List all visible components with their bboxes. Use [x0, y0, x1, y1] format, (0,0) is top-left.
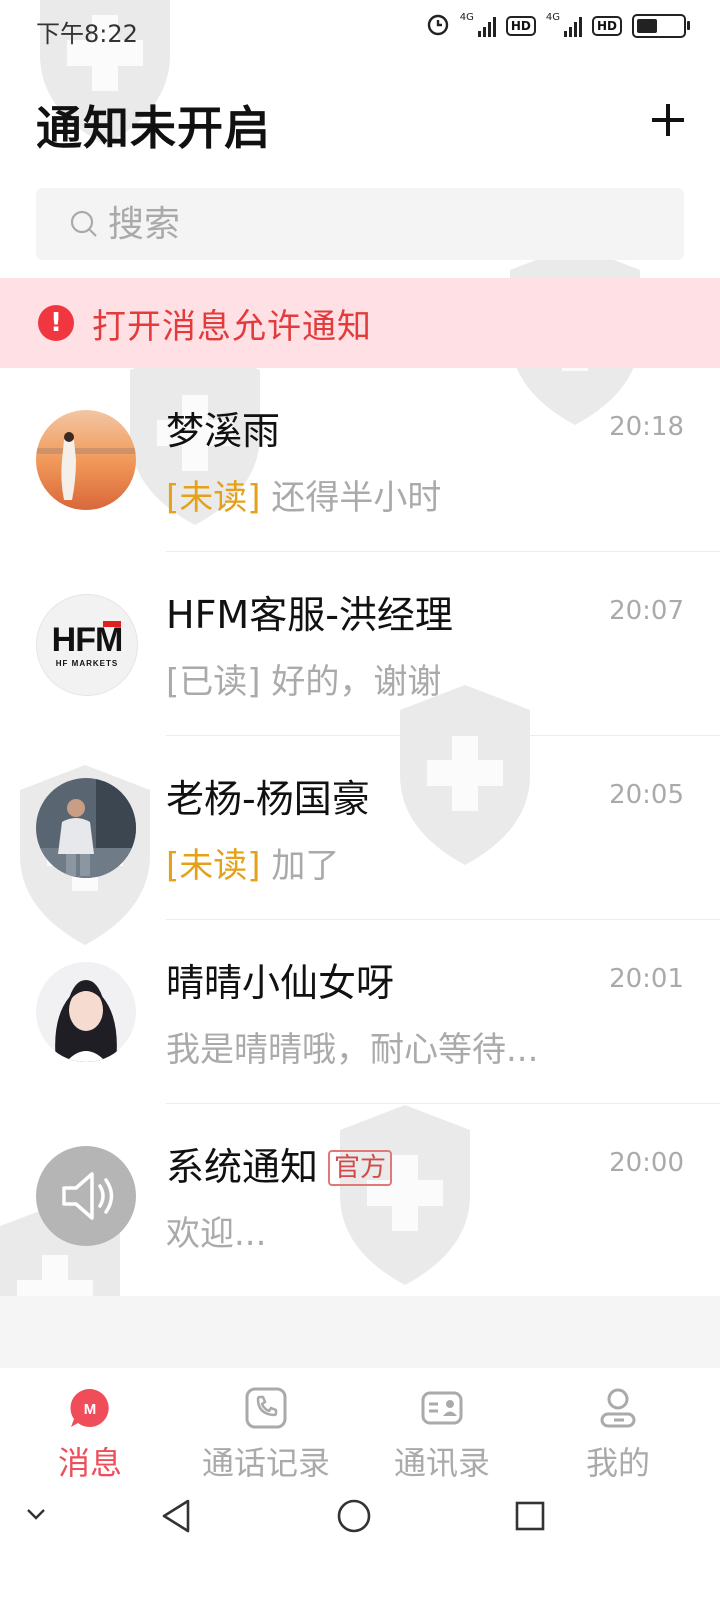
tab-label: 通讯录 [393, 1444, 490, 1482]
chat-list-item[interactable]: HFM HF MARKETS HFM客服-洪经理 20:07 [已读] 好的，谢… [0, 552, 720, 736]
chat-time: 20:18 [609, 412, 684, 442]
chat-name: HFM客服-洪经理 [166, 593, 453, 637]
add-icon[interactable] [652, 104, 684, 136]
search-input[interactable] [106, 202, 670, 246]
bottom-tab-bar: M 消息 通话记录 通讯录 我的 [0, 1368, 720, 1484]
tab-profile[interactable]: 我的 [528, 1368, 708, 1484]
chat-list-item[interactable]: 系统通知 官方 20:00 欢迎... [0, 1104, 720, 1288]
back-icon[interactable] [160, 1498, 192, 1538]
list-footer-spacer [0, 1296, 720, 1368]
status-time: 下午8:22 [36, 20, 138, 48]
network-type-label: 4G [545, 12, 560, 23]
tab-messages[interactable]: M 消息 [0, 1368, 180, 1484]
tab-label: 消息 [57, 1444, 122, 1482]
tab-label: 我的 [585, 1444, 650, 1482]
speaker-icon [36, 1172, 136, 1246]
hfm-logo-subtext: HF MARKETS [55, 659, 119, 668]
home-icon[interactable] [336, 1498, 372, 1538]
hfm-logo-accent [103, 621, 121, 627]
avatar [36, 778, 136, 878]
avatar: HFM HF MARKETS [36, 594, 138, 696]
read-tag: [已读] [166, 662, 261, 702]
message-icon: M [68, 1386, 112, 1430]
tab-label: 通话记录 [201, 1444, 330, 1482]
chat-preview: [已读] 好的，谢谢 [166, 654, 441, 703]
alert-icon: ! [38, 305, 74, 341]
chat-time: 20:05 [609, 780, 684, 810]
hd-badge: HD [591, 16, 622, 36]
tab-call-log[interactable]: 通话记录 [176, 1368, 356, 1484]
chat-list-item[interactable]: 晴晴小仙女呀 20:01 我是晴晴哦，耐心等待... [0, 920, 720, 1104]
battery-icon [632, 14, 690, 38]
call-log-icon [244, 1386, 288, 1430]
page-title: 通知未开启 [36, 101, 271, 155]
chat-preview: [未读] 还得半小时 [166, 470, 441, 519]
preview-text: 还得半小时 [271, 478, 442, 518]
chat-time: 20:01 [609, 964, 684, 994]
chat-name-text: 系统通知 [166, 1145, 319, 1189]
hd-badge: HD [505, 16, 536, 36]
notification-permission-banner[interactable]: ! 打开消息允许通知 [0, 278, 720, 368]
chat-list-item[interactable]: 梦溪雨 20:18 [未读] 还得半小时 [0, 368, 720, 552]
unread-tag: [未读] [166, 846, 261, 886]
chat-preview: [未读] 加了 [166, 838, 339, 887]
profile-icon [596, 1386, 640, 1430]
notice-text: 打开消息允许通知 [92, 306, 372, 347]
official-badge: 官方 [328, 1150, 393, 1186]
preview-text: 加了 [271, 846, 340, 886]
chat-name: 系统通知 官方 [166, 1136, 393, 1191]
preview-text: 好的，谢谢 [271, 662, 442, 702]
contacts-icon [420, 1386, 464, 1430]
avatar [36, 962, 136, 1062]
chat-preview: 我是晴晴哦，耐心等待... [166, 1030, 539, 1070]
tab-contacts[interactable]: 通讯录 [352, 1368, 532, 1484]
network-type-label: 4G [459, 12, 474, 23]
system-navigation-bar [0, 1484, 720, 1600]
chat-time: 20:07 [609, 596, 684, 626]
alarm-icon [426, 12, 450, 40]
search-icon [70, 210, 98, 238]
search-bar[interactable] [36, 188, 684, 260]
chat-name: 老杨-杨国豪 [166, 777, 370, 821]
signal-icon [477, 15, 496, 37]
chat-name: 晴晴小仙女呀 [166, 961, 395, 1005]
avatar [36, 1146, 136, 1246]
chevron-down-icon[interactable] [24, 1506, 48, 1526]
chat-time: 20:00 [609, 1148, 684, 1178]
svg-text:M: M [84, 1401, 97, 1418]
unread-tag: [未读] [166, 478, 261, 518]
recent-apps-icon[interactable] [514, 1500, 546, 1536]
chat-name: 梦溪雨 [166, 409, 281, 453]
avatar [36, 410, 136, 510]
signal-icon [563, 15, 582, 37]
chat-preview: 欢迎... [166, 1214, 267, 1254]
chat-list-item[interactable]: 老杨-杨国豪 20:05 [未读] 加了 [0, 736, 720, 920]
status-icons: 4G HD 4G HD [426, 12, 690, 40]
